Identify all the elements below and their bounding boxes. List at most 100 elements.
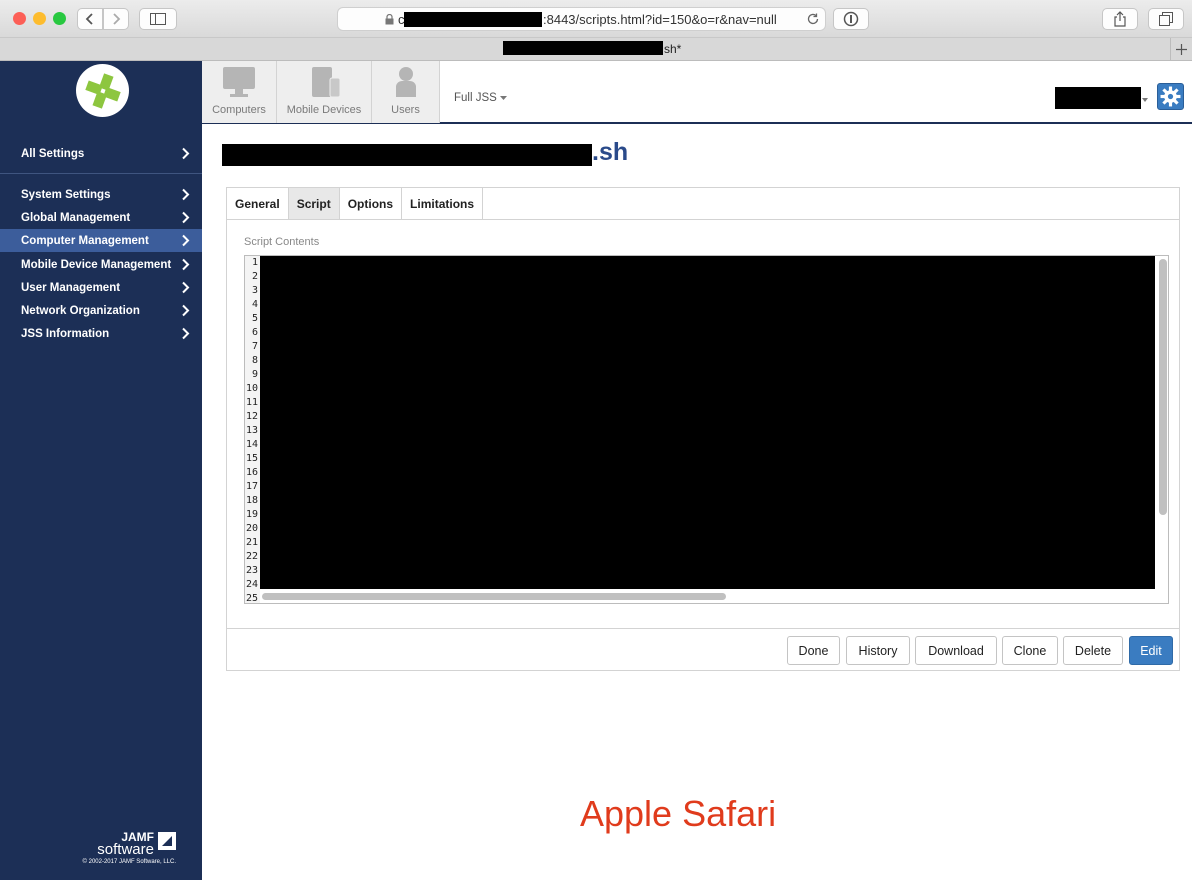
jamf-software-logo: JAMF software © 2002-2017 JAMF Software,… [80, 831, 176, 867]
line-number: 13 [245, 425, 258, 436]
password-button[interactable] [833, 8, 869, 30]
sidebar-item-global-management[interactable]: Global Management [0, 206, 202, 229]
tab-limitations[interactable]: Limitations [402, 188, 484, 219]
nav-tile-computers[interactable]: Computers [202, 61, 277, 123]
sidebar-divider [0, 173, 202, 174]
sidebar-item-label: All Settings [21, 147, 85, 160]
download-button[interactable]: Download [915, 636, 997, 665]
share-button[interactable] [1102, 8, 1138, 30]
script-editor[interactable]: 1 2 3 4 5 6 7 8 9 10 11 12 13 14 15 16 1… [244, 255, 1169, 604]
zoom-window-button[interactable] [53, 12, 66, 25]
line-number: 3 [251, 285, 258, 296]
chevron-left-icon [85, 13, 93, 25]
site-selector[interactable]: Full JSS [454, 92, 507, 104]
line-number: 18 [245, 495, 258, 506]
sidebar-item-all-settings[interactable]: All Settings [0, 142, 202, 165]
sidebar-item-system-settings[interactable]: System Settings [0, 183, 202, 206]
minimize-window-button[interactable] [33, 12, 46, 25]
new-tab-button[interactable] [1170, 38, 1192, 60]
url-path: :8443/scripts.html?id=150&o=r&nav=null [543, 12, 777, 27]
chevron-right-icon [182, 188, 190, 201]
reload-icon[interactable] [806, 12, 820, 26]
line-number: 20 [245, 523, 258, 534]
nav-tile-users[interactable]: Users [372, 61, 440, 123]
sidebar-item-label: System Settings [21, 188, 111, 201]
caret-down-icon [1142, 98, 1148, 102]
sidebar-item-label: Global Management [21, 211, 131, 224]
line-number: 5 [251, 313, 258, 324]
copyright: © 2002-2017 JAMF Software, LLC. [82, 859, 176, 865]
sidebar-item-label: JSS Information [21, 327, 110, 340]
tabs-icon [1159, 12, 1173, 26]
tab-general[interactable]: General [227, 188, 289, 219]
close-window-button[interactable] [13, 12, 26, 25]
sidebar-item-mobile-device-management[interactable]: Mobile Device Management [0, 253, 202, 276]
settings-sidebar: All Settings System Settings Global Mana… [0, 61, 202, 880]
clone-button[interactable]: Clone [1002, 636, 1058, 665]
browser-tab-bar: sh* [0, 38, 1192, 61]
action-bar: Done History Download Clone Delete Edit [227, 628, 1179, 670]
computer-icon [223, 67, 255, 97]
jss-logo[interactable] [76, 64, 129, 117]
line-number: 25 [245, 593, 258, 604]
share-icon [1114, 11, 1126, 27]
line-number: 9 [251, 369, 258, 380]
line-number: 2 [251, 271, 258, 282]
nav-tile-mobile-devices[interactable]: Mobile Devices [277, 61, 372, 123]
delete-button[interactable]: Delete [1063, 636, 1123, 665]
sidebar-item-label: Mobile Device Management [21, 258, 172, 271]
top-navigation: Computers Mobile Devices Users Full JSS [202, 61, 1192, 124]
done-button[interactable]: Done [787, 636, 840, 665]
redacted-host [404, 12, 542, 27]
tabs-overview-button[interactable] [1148, 8, 1184, 30]
line-number: 17 [245, 481, 258, 492]
sidebar-item-label: Network Organization [21, 304, 140, 317]
nav-tile-label: Computers [212, 104, 266, 116]
line-number-gutter: 1 2 3 4 5 6 7 8 9 10 11 12 13 14 15 16 1… [245, 256, 260, 603]
browser-toolbar: c :8443/scripts.html?id=150&o=r&nav=null [0, 0, 1192, 38]
main-content: .sh General Script Options Limitations S… [202, 124, 1192, 880]
line-number: 23 [245, 565, 258, 576]
redacted-script-code[interactable] [260, 256, 1155, 589]
line-number: 1 [251, 257, 258, 268]
key-circle-icon [843, 11, 859, 27]
jamf-square-icon [158, 832, 176, 850]
redacted-username[interactable] [1055, 87, 1141, 109]
sidebar-toggle-button[interactable] [139, 8, 177, 30]
user-icon [395, 67, 416, 97]
history-button[interactable]: History [846, 636, 910, 665]
chevron-right-icon [182, 281, 190, 294]
chevron-right-icon [182, 234, 190, 247]
back-button[interactable] [77, 8, 103, 30]
lock-icon [385, 14, 394, 25]
section-label: Script Contents [244, 236, 320, 248]
chevron-right-icon [182, 258, 190, 271]
script-panel: General Script Options Limitations Scrip… [226, 187, 1180, 671]
horizontal-scrollbar[interactable] [262, 593, 726, 600]
address-bar[interactable]: c :8443/scripts.html?id=150&o=r&nav=null [337, 7, 826, 31]
sidebar-item-jss-information[interactable]: JSS Information [0, 322, 202, 345]
sidebar-icon [150, 13, 166, 25]
page-title: .sh [592, 138, 629, 166]
line-number: 14 [245, 439, 258, 450]
sidebar-item-user-management[interactable]: User Management [0, 276, 202, 299]
forward-button[interactable] [103, 8, 129, 30]
line-number: 8 [251, 355, 258, 366]
tab-script[interactable]: Script [288, 188, 340, 219]
settings-button[interactable] [1157, 83, 1184, 110]
tab-title[interactable]: sh* [664, 42, 681, 56]
vertical-scrollbar[interactable] [1159, 259, 1167, 515]
line-number: 10 [245, 383, 258, 394]
sidebar-item-network-organization[interactable]: Network Organization [0, 299, 202, 322]
mobile-devices-icon [312, 67, 341, 98]
line-number: 16 [245, 467, 258, 478]
overlay-caption: Apple Safari [580, 793, 777, 834]
tab-options[interactable]: Options [340, 188, 403, 219]
jamf-cross-icon [84, 72, 121, 109]
nav-tile-label: Mobile Devices [286, 104, 362, 116]
sidebar-item-computer-management[interactable]: Computer Management [0, 229, 202, 252]
gear-icon [1160, 86, 1181, 107]
line-number: 19 [245, 509, 258, 520]
line-number: 21 [245, 537, 258, 548]
edit-button[interactable]: Edit [1129, 636, 1173, 665]
